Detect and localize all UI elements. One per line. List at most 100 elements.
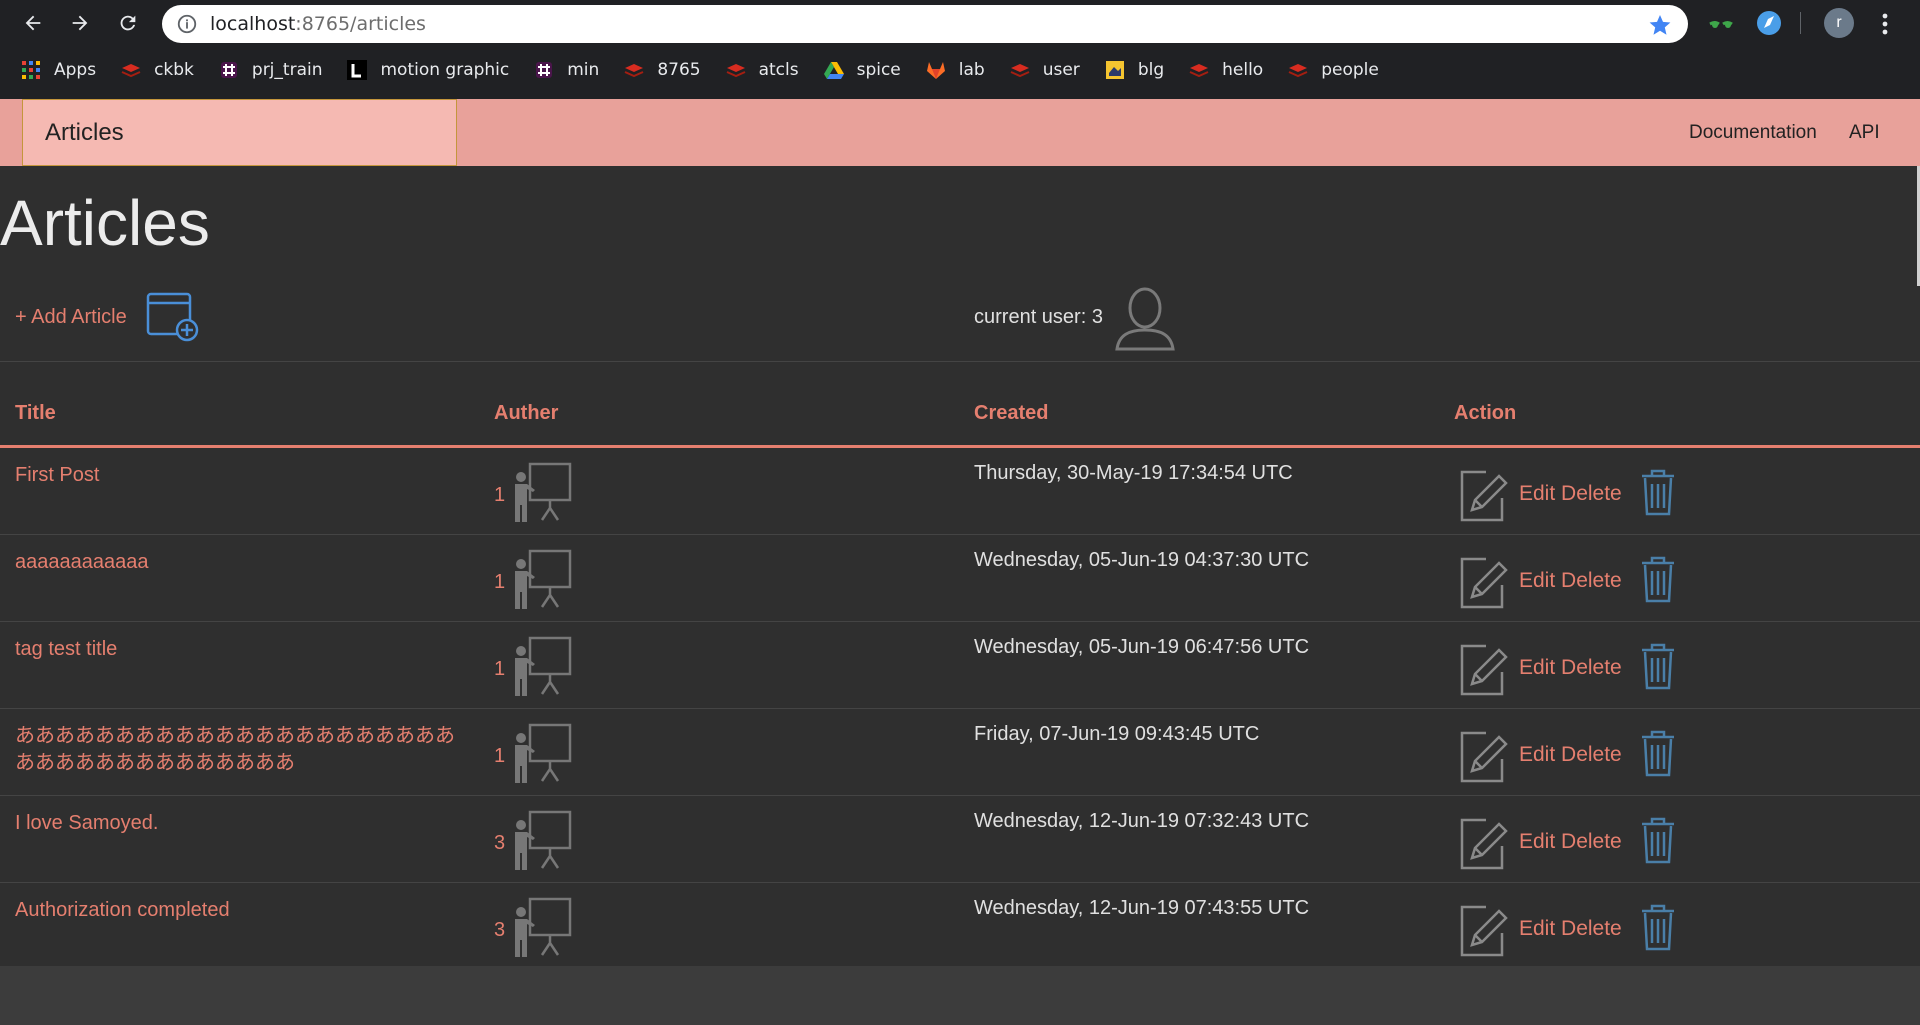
bookmarks-bar: Apps ckbk prj_train motion graphic min 8… [0,52,1920,88]
bookmark-lab[interactable]: lab [925,52,997,88]
trash-icon[interactable] [1640,468,1676,516]
article-title-link[interactable]: ああああああああああああああああああああああああああああああああああああ [15,723,465,777]
edit-document-icon[interactable] [1456,901,1512,957]
article-title-link[interactable]: aaaaaaaaaaaa [15,549,465,576]
bookmark-min[interactable]: min [533,52,611,88]
bookmark-apps[interactable]: Apps [20,52,108,88]
edit-link[interactable]: Edit [1519,482,1555,505]
redis-icon [1288,64,1308,78]
trash-icon[interactable] [1640,816,1676,864]
address-bar[interactable]: localhost:8765/articles [162,5,1688,43]
article-author-id: 1 [494,745,506,767]
edit-document-icon[interactable] [1456,814,1512,870]
redis-icon [726,64,745,78]
edit-link[interactable]: Edit [1519,743,1555,766]
edit-link[interactable]: Edit [1519,917,1555,940]
edit-document-icon[interactable] [1456,727,1512,783]
browser-menu-icon[interactable] [1870,9,1900,39]
bookmark-label: blg [1137,60,1165,80]
bookmark-label: motion graphic [380,60,510,80]
article-title-link[interactable]: I love Samoyed. [15,810,465,837]
page-title: Articles [0,187,210,259]
header-author[interactable]: Auther [494,402,558,425]
article-author-id: 1 [494,484,506,506]
article-created-date: Friday, 07-Jun-19 09:43:45 UTC [974,723,1260,745]
edit-document-icon[interactable] [1456,553,1512,609]
user-avatar-icon [1115,287,1175,351]
edit-document-icon[interactable] [1456,466,1512,522]
trash-icon[interactable] [1640,729,1676,777]
edit-document-icon[interactable] [1456,640,1512,696]
reload-button[interactable] [113,8,143,38]
edit-link[interactable]: Edit [1519,569,1555,592]
action-links: Edit Delete [1519,743,1622,767]
edit-link[interactable]: Edit [1519,830,1555,853]
article-created-date: Wednesday, 12-Jun-19 07:32:43 UTC [974,810,1310,832]
bookmark-hello[interactable]: hello [1188,52,1275,88]
action-links: Edit Delete [1519,830,1622,854]
browser-toolbar: localhost:8765/articles r [0,0,1920,46]
delete-link[interactable]: Delete [1561,830,1622,853]
table-row: ああああああああああああああああああああああああああああああああああああ 1 Fri… [0,709,1920,796]
presenter-icon [515,462,572,522]
bookmark-label: people [1321,60,1379,80]
add-article-link[interactable]: + Add Article [15,306,127,329]
bookmark-spice[interactable]: spice [823,52,913,88]
bookmark-blg[interactable]: blg [1104,52,1176,88]
profile-avatar[interactable]: r [1824,8,1854,38]
forward-arrow-icon [72,15,88,31]
delete-link[interactable]: Delete [1561,917,1622,940]
table-row: Authorization completed 3 Wednesday, 12-Ju… [0,883,1920,970]
article-author-id: 1 [494,658,506,680]
bookmark-star-icon[interactable] [1648,13,1672,37]
delete-link[interactable]: Delete [1561,569,1622,592]
apps-grid-icon [22,61,40,79]
extension-compass-icon[interactable] [1756,10,1782,36]
nav-link-api[interactable]: API [1849,99,1880,166]
header-created[interactable]: Created [974,402,1048,425]
back-button[interactable] [18,8,48,38]
article-title-link[interactable]: tag test title [15,636,465,663]
bookmark-prj-train[interactable]: prj_train [218,52,335,88]
delete-link[interactable]: Delete [1561,743,1622,766]
bookmark-atcls[interactable]: atcls [725,52,811,88]
add-document-icon[interactable] [146,292,200,344]
presenter-icon [515,549,572,609]
slack-icon [536,62,553,78]
url-text: localhost:8765/articles [210,13,426,35]
bookmark-user[interactable]: user [1009,52,1092,88]
navbar-brand[interactable]: Articles [22,99,457,166]
gitlab-icon [926,62,945,79]
table-row: I love Samoyed. 3 Wednesday, 12-Jun-19 07:… [0,796,1920,883]
extension-glasses-icon[interactable] [1708,10,1734,36]
redis-icon [121,64,141,78]
forward-button[interactable] [65,8,95,38]
bookmark-label: Apps [54,60,97,80]
article-title-link[interactable]: Authorization completed [15,897,465,924]
header-action[interactable]: Action [1454,402,1516,425]
delete-link[interactable]: Delete [1561,482,1622,505]
bookmark-label: lab [958,60,985,80]
header-title[interactable]: Title [15,402,56,425]
bookmark-label: hello [1222,60,1264,80]
url-path: :8765/articles [295,13,426,35]
article-title-link[interactable]: First Post [15,462,465,489]
delete-link[interactable]: Delete [1561,656,1622,679]
back-arrow-icon [25,15,41,31]
bookmark-ckbk[interactable]: ckbk [120,52,206,88]
table-header: Title Auther Created Action [0,402,1920,448]
bookmark-people[interactable]: people [1287,52,1391,88]
presenter-icon [515,810,572,870]
current-user-label: current user: 3 [974,306,1103,328]
bookmark-label: prj_train [251,60,323,80]
edit-link[interactable]: Edit [1519,656,1555,679]
trash-icon[interactable] [1640,555,1676,603]
nav-link-documentation[interactable]: Documentation [1689,99,1817,166]
action-links: Edit Delete [1519,656,1622,680]
trash-icon[interactable] [1640,903,1676,951]
section-divider [0,361,1920,362]
info-icon[interactable] [176,13,198,35]
bookmark-8765[interactable]: 8765 [623,52,712,88]
bookmark-motion-graphic[interactable]: motion graphic [346,52,521,88]
trash-icon[interactable] [1640,642,1676,690]
